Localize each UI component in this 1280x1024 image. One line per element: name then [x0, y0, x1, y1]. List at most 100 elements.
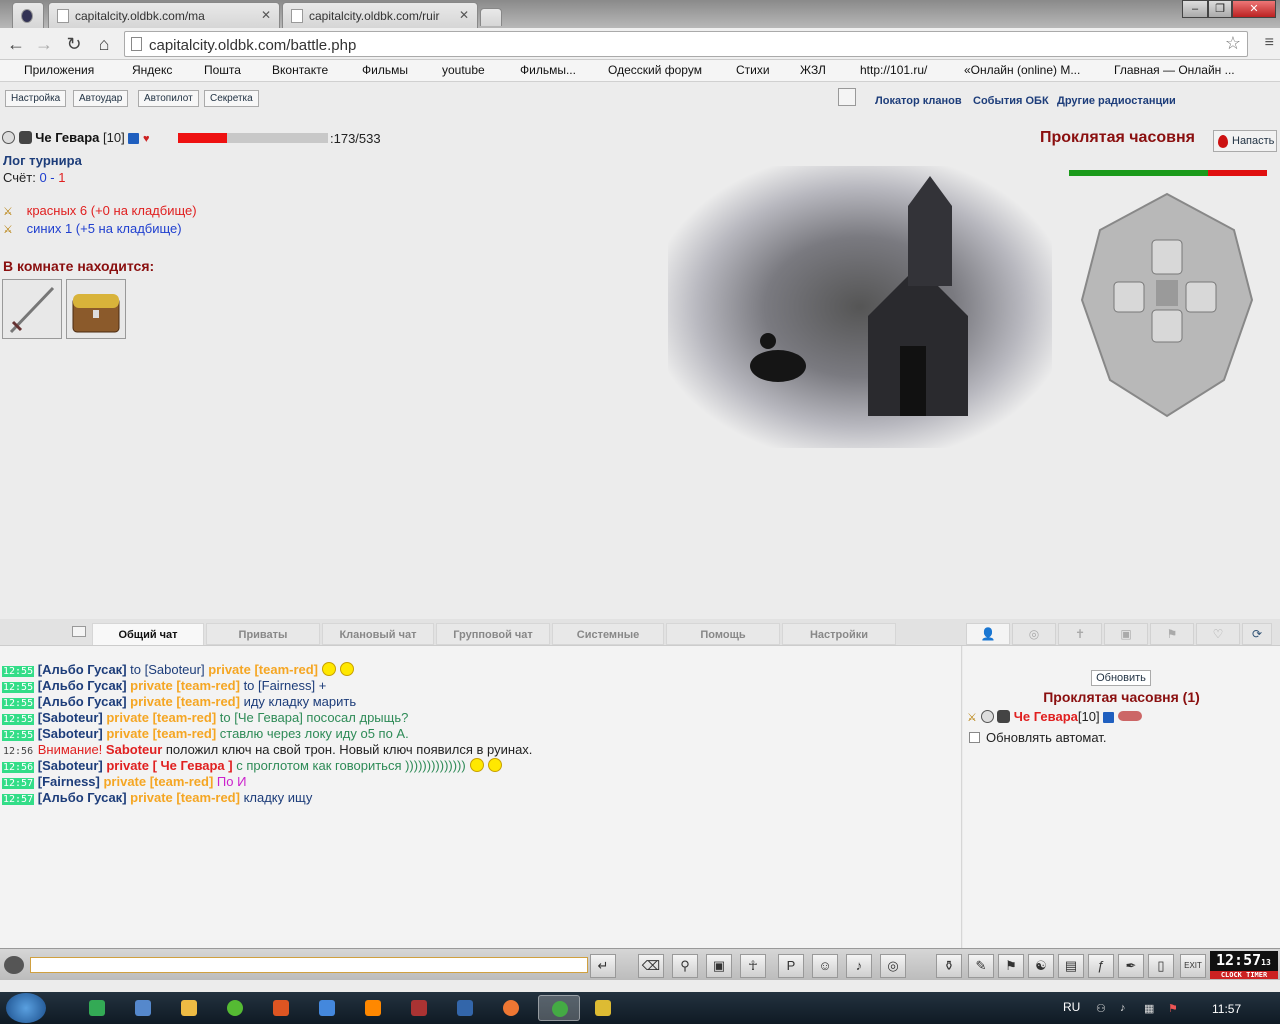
bookmark-odessa-forum[interactable]: Одесский форум [592, 63, 702, 77]
bookmark-stihi[interactable]: Стихи [720, 63, 770, 77]
message-author[interactable]: [Альбо Гусак] [38, 662, 127, 677]
message-private-tag[interactable]: private [team-red] [208, 662, 318, 677]
sword-item[interactable] [2, 279, 62, 339]
friends-tab-icon[interactable]: ◎ [1012, 623, 1056, 645]
taskbar-app[interactable] [586, 995, 620, 1021]
chest-item[interactable] [66, 279, 126, 339]
exit-button[interactable]: EXIT [1180, 954, 1206, 978]
heart-tab-icon[interactable]: ♡ [1196, 623, 1240, 645]
chat-input[interactable] [30, 957, 588, 973]
tray-icon[interactable]: ▦ [1144, 1002, 1157, 1015]
menu-icon[interactable]: ≡ [1265, 34, 1274, 52]
character-name[interactable]: Че Гевара [35, 130, 99, 145]
message-author[interactable]: [Альбо Гусак] [38, 694, 127, 709]
message-private-tag[interactable]: private [team-red] [103, 726, 216, 741]
bookmark-films2[interactable]: Фильмы... [504, 63, 576, 77]
bookmark-101ru[interactable]: http://101.ru/ [844, 63, 927, 77]
refresh-tab-icon[interactable]: ⟳ [1242, 623, 1272, 645]
message-author[interactable]: [Saboteur] [38, 710, 103, 725]
message-private-tag[interactable]: private [ Че Гевара ] [103, 758, 232, 773]
message-time[interactable]: 12:56 [2, 746, 34, 757]
reload-icon[interactable]: ↻ [62, 32, 86, 56]
tab-help[interactable]: Помощь [666, 623, 780, 645]
taskbar-app[interactable] [126, 995, 160, 1021]
taskbar-app[interactable] [310, 995, 344, 1021]
sound-icon[interactable]: ♪ [846, 954, 872, 978]
bookmark-films[interactable]: Фильмы [346, 63, 408, 77]
secret-button[interactable]: Секретка [204, 90, 259, 107]
bookmark-main[interactable]: Главная — Онлайн ... [1098, 63, 1235, 77]
back-icon[interactable]: ← [4, 32, 28, 56]
message-time[interactable]: 12:55 [2, 682, 35, 693]
tape-icon[interactable]: ◎ [880, 954, 906, 978]
network-icon[interactable]: ⚇ [1096, 1002, 1109, 1015]
attack-button[interactable]: Напасть [1213, 130, 1277, 152]
maximize-button[interactable]: ❐ [1208, 0, 1232, 18]
radio-stations-link[interactable]: Другие радиостанции [1057, 95, 1176, 107]
tournament-log-link[interactable]: Лог турнира [3, 153, 82, 168]
cross-tab-icon[interactable]: ✝ [1058, 623, 1102, 645]
room-user-name[interactable]: Че Гевара [1014, 709, 1078, 724]
message-author[interactable]: [Альбо Гусак] [38, 790, 127, 805]
taskbar-app[interactable] [218, 995, 252, 1021]
volume-icon[interactable]: ♪ [1120, 1002, 1133, 1015]
flag-icon[interactable]: ⚑ [1168, 1002, 1181, 1015]
new-tab-button[interactable] [480, 8, 502, 26]
message-time[interactable]: 12:57 [2, 778, 35, 789]
tab-settings[interactable]: Настройки [782, 623, 896, 645]
bookmark-apps[interactable]: Приложения [8, 63, 94, 77]
bookmark-yandex[interactable]: Яндекс [116, 63, 172, 77]
location-map-crest[interactable] [1074, 190, 1260, 420]
taskbar-app[interactable] [356, 995, 390, 1021]
taskbar-app[interactable] [264, 995, 298, 1021]
translit-icon[interactable]: P [778, 954, 804, 978]
message-time[interactable]: 12:55 [2, 698, 35, 709]
save-icon[interactable]: ▣ [706, 954, 732, 978]
close-icon[interactable]: ✕ [261, 8, 271, 22]
chat-bubble-icon[interactable] [72, 626, 86, 637]
info-icon[interactable] [1103, 712, 1115, 723]
flag-tab-icon[interactable]: ⚑ [1150, 623, 1194, 645]
message-private-tag[interactable]: private [team-red] [127, 694, 240, 709]
message-time[interactable]: 12:55 [2, 666, 35, 677]
f-icon[interactable]: ƒ [1088, 954, 1114, 978]
bookmark-online[interactable]: «Онлайн (online) М... [948, 63, 1080, 77]
scroll-icon[interactable]: ✎ [968, 954, 994, 978]
taskbar-app[interactable] [448, 995, 482, 1021]
autopilot-button[interactable]: Автопилот [138, 90, 199, 107]
clan-locator-link[interactable]: Локатор кланов [875, 95, 962, 107]
tab-2[interactable]: capitalcity.oldbk.com/ruir ✕ [282, 2, 478, 28]
message-author[interactable]: [Fairness] [38, 774, 100, 789]
message-private-tag[interactable]: private [team-red] [127, 678, 240, 693]
message-author[interactable]: [Saboteur] [38, 726, 103, 741]
bookmark-youtube[interactable]: youtube [426, 63, 485, 77]
filter-icon[interactable]: ⚲ [672, 954, 698, 978]
autostrike-button[interactable]: Автоудар [73, 90, 129, 107]
flag-icon[interactable]: ⚑ [998, 954, 1024, 978]
inventory-icon[interactable]: ▤ [1058, 954, 1084, 978]
person-icon[interactable]: ☥ [740, 954, 766, 978]
message-time[interactable]: 12:55 [2, 730, 35, 741]
bookmark-star-icon[interactable]: ☆ [1225, 33, 1241, 54]
message-private-tag[interactable]: private [team-red] [103, 710, 216, 725]
obk-events-link[interactable]: События ОБК [973, 95, 1049, 107]
tab-1[interactable]: capitalcity.oldbk.com/ma ✕ [48, 2, 280, 28]
eraser-icon[interactable]: ⌫ [638, 954, 664, 978]
tab-system[interactable]: Системные [552, 623, 664, 645]
bag-icon[interactable]: ⚱ [936, 954, 962, 978]
home-icon[interactable]: ⌂ [92, 32, 116, 56]
taskbar-firefox[interactable] [494, 995, 528, 1021]
close-icon[interactable]: ✕ [459, 8, 469, 22]
smile-icon[interactable]: ☺ [812, 954, 838, 978]
info-icon[interactable] [128, 133, 140, 144]
bookmark-zhzl[interactable]: ЖЗЛ [784, 63, 826, 77]
language-indicator[interactable]: RU [1063, 1000, 1080, 1014]
yin-yang-icon[interactable]: ☯ [1028, 954, 1054, 978]
users-tab-icon[interactable]: 👤 [966, 623, 1010, 645]
message-time[interactable]: 12:55 [2, 714, 35, 725]
message-private-tag[interactable]: private [team-red] [100, 774, 213, 789]
taskbar-app[interactable] [80, 995, 114, 1021]
taskbar-explorer[interactable] [172, 995, 206, 1021]
window-close-button[interactable]: ✕ [1232, 0, 1276, 18]
message-time[interactable]: 12:56 [2, 762, 35, 773]
